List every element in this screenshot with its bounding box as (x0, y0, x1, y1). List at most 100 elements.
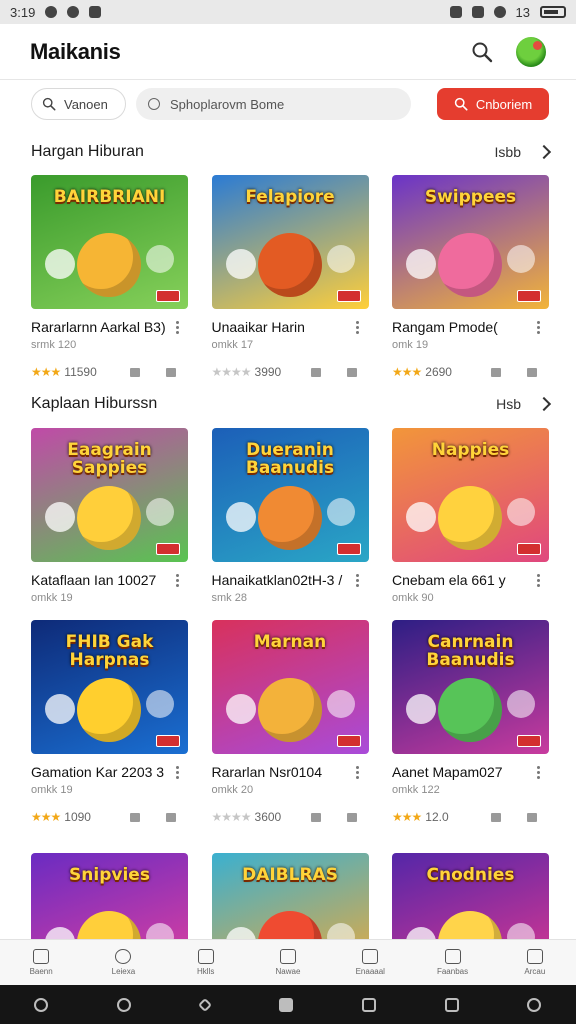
like-icon[interactable] (346, 367, 357, 377)
nav-label: Arcau (524, 967, 546, 976)
character-art (45, 502, 75, 532)
nav-item-new[interactable]: Nawae (258, 949, 318, 976)
nav-item-profile[interactable]: Arcau (505, 949, 565, 976)
more-options-icon[interactable] (170, 765, 184, 779)
nav-item-favorites[interactable]: Faanbas (423, 949, 483, 976)
character-art (507, 690, 535, 718)
game-subtitle: omkk 19 (31, 592, 73, 604)
game-card[interactable]: FHIB Gak Harpnas Gamation Kar 2203 3 omkk … (31, 620, 188, 824)
like-icon[interactable] (346, 812, 357, 822)
game-thumbnail[interactable]: FHIB Gak Harpnas (31, 620, 188, 754)
nav-item-games[interactable]: Hklls (176, 949, 236, 976)
nav-item-search[interactable]: Leiexa (93, 949, 153, 976)
section-more-link[interactable]: Isbb (495, 144, 521, 160)
character-art (507, 498, 535, 526)
grid-icon (197, 949, 214, 964)
game-thumbnail[interactable]: Canrnain Baanudis (392, 620, 549, 754)
game-card[interactable]: BAIRBRIANI Rararlarnn Aarkal B3) srmk 120 ★… (31, 175, 188, 379)
star-rating: ★★★★ (211, 365, 252, 379)
home-icon[interactable] (278, 997, 293, 1012)
like-icon[interactable] (166, 812, 176, 822)
chevron-right-icon[interactable] (536, 396, 552, 412)
game-title-text: Unaaikar Harin (211, 319, 305, 335)
more-options-icon[interactable] (351, 320, 365, 334)
game-thumbnail[interactable]: Eaagrain Sappies (31, 428, 188, 562)
game-card[interactable]: Dueranin Baanudis Hanaikatklan02tH-3 / smk… (211, 428, 369, 632)
more-options-icon[interactable] (531, 765, 545, 779)
game-thumbnail[interactable]: Felapiore (211, 175, 369, 309)
like-icon[interactable] (527, 367, 537, 377)
accessibility-icon[interactable] (34, 997, 49, 1012)
game-card[interactable]: Marnan Rararlan Nsr0104 omkk 20 ★★★★ 3600 (211, 620, 369, 824)
rotate-icon[interactable] (117, 997, 132, 1012)
game-card[interactable]: Eaagrain Sappies Kataflaan Ian 10027 omkk … (31, 428, 188, 632)
avatar[interactable] (516, 36, 546, 67)
game-card[interactable]: Canrnain Baanudis Aanet Mapam027 omkk 122 ★… (392, 620, 549, 824)
game-title: Gamation Kar 2203 3 (31, 764, 188, 780)
game-meta: ★★★ 2690 (392, 365, 549, 379)
game-title-text: Rararlarnn Aarkal B3) (31, 319, 166, 335)
flag-icon[interactable] (491, 812, 501, 822)
game-title-text: Gamation Kar 2203 3 (31, 764, 165, 780)
game-thumbnail[interactable]: Dueranin Baanudis (211, 428, 369, 562)
search-submit-button[interactable]: Cnboriem (437, 88, 549, 120)
search-input[interactable]: Sphoplarovm Bome (136, 88, 411, 120)
nav-item-home[interactable]: Baenn (11, 949, 71, 976)
thumbnail-title: Cnodnies (426, 865, 515, 885)
flag-icon[interactable] (310, 812, 321, 822)
game-meta: ★★★★ 3600 (212, 810, 369, 824)
rating-badge (517, 735, 541, 747)
screenshot-icon[interactable] (444, 997, 459, 1012)
more-options-icon[interactable] (170, 573, 184, 587)
alarm-icon (449, 6, 462, 18)
star-rating: ★★★ (31, 810, 61, 824)
game-card[interactable]: NappiesCnebam ela 661 yomkk 90★★★12.2 (392, 428, 549, 632)
star-rating: ★★★ (392, 810, 422, 824)
nav-item-library[interactable]: Enaaaal (340, 949, 400, 976)
game-thumbnail[interactable]: Swippees (392, 175, 549, 309)
thumbnail-title: Swippees (424, 187, 517, 207)
game-title: Unaaikar Harin (212, 319, 369, 335)
more-options-icon[interactable] (351, 573, 365, 587)
more-options-icon[interactable] (170, 320, 184, 334)
flag-icon[interactable] (130, 812, 140, 822)
flag-icon[interactable] (130, 367, 140, 377)
more-options-icon[interactable] (531, 320, 545, 334)
thumbnail-title: Canrnain Baanudis (426, 632, 515, 670)
character-art (406, 249, 436, 279)
more-options-icon[interactable] (531, 573, 545, 587)
character-art (326, 498, 355, 526)
like-icon[interactable] (166, 367, 176, 377)
game-thumbnail[interactable]: Marnan (211, 620, 369, 754)
game-subtitle: omkk 90 (392, 592, 434, 604)
like-icon[interactable] (527, 812, 537, 822)
search-chip[interactable]: Vanoen (31, 88, 126, 120)
system-navigation-bar (0, 985, 576, 1024)
chevron-right-icon[interactable] (536, 144, 552, 160)
keyboard-icon[interactable] (527, 997, 542, 1012)
search-row: Vanoen Sphoplarovm Bome Cnboriem (31, 87, 549, 121)
character-art (225, 249, 256, 279)
bottom-navigation: Baenn Leiexa Hklls Nawae Enaaaal Faanbas… (0, 939, 576, 985)
game-card[interactable]: Felapiore Unaaikar Harin omkk 17 ★★★★ 3990 (211, 175, 369, 379)
game-thumbnail[interactable]: Nappies (392, 428, 549, 562)
character-art (225, 502, 256, 532)
game-grid: BAIRBRIANI Rararlarnn Aarkal B3) srmk 120 ★… (31, 175, 549, 379)
game-card[interactable]: Swippees Rangam Pmode(omk 19 ★★★ 2690 (392, 175, 549, 379)
flag-icon[interactable] (491, 367, 501, 377)
section-more-link[interactable]: Hsb (496, 396, 521, 412)
game-subtitle: omkk 17 (211, 339, 254, 351)
star-rating: ★★★ (31, 365, 61, 379)
game-thumbnail[interactable]: BAIRBRIANI (31, 175, 188, 309)
more-options-icon[interactable] (351, 765, 365, 779)
battery-icon (540, 6, 566, 18)
search-button[interactable] (468, 38, 496, 66)
list-icon (279, 949, 296, 964)
signal-text: 13 (515, 4, 530, 20)
back-icon[interactable] (198, 997, 213, 1012)
game-title-text: Aanet Mapam027 (392, 764, 503, 780)
character-art (438, 678, 502, 742)
character-art (507, 245, 535, 273)
flag-icon[interactable] (310, 367, 321, 377)
recents-icon[interactable] (361, 997, 376, 1012)
